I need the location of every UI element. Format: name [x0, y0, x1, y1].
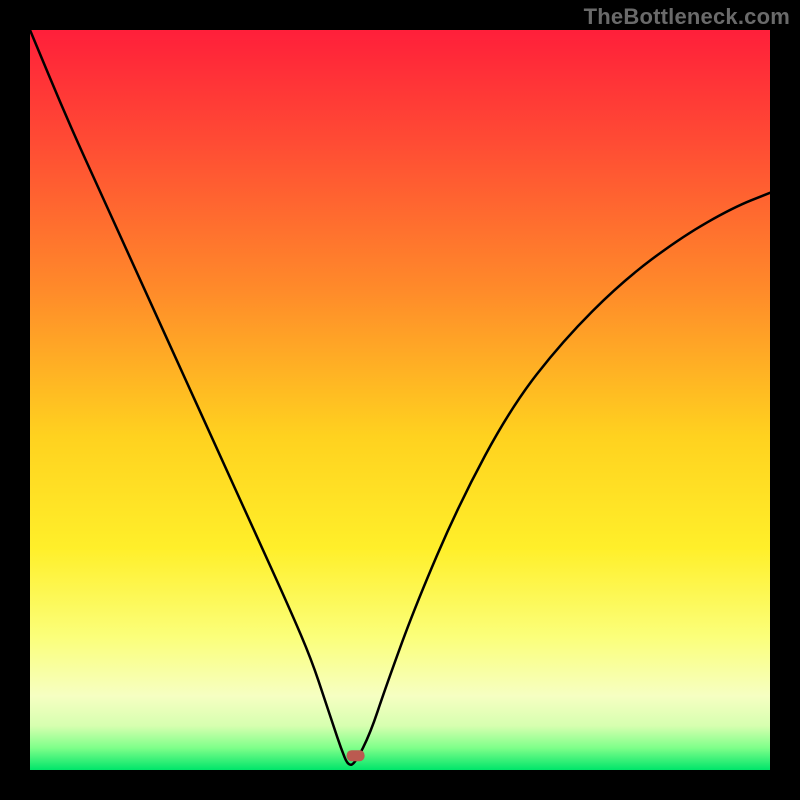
- chart-frame: TheBottleneck.com: [0, 0, 800, 800]
- plot-background: [30, 30, 770, 770]
- watermark-text: TheBottleneck.com: [584, 4, 790, 30]
- bottleneck-chart: [0, 0, 800, 800]
- minimum-marker: [347, 750, 365, 761]
